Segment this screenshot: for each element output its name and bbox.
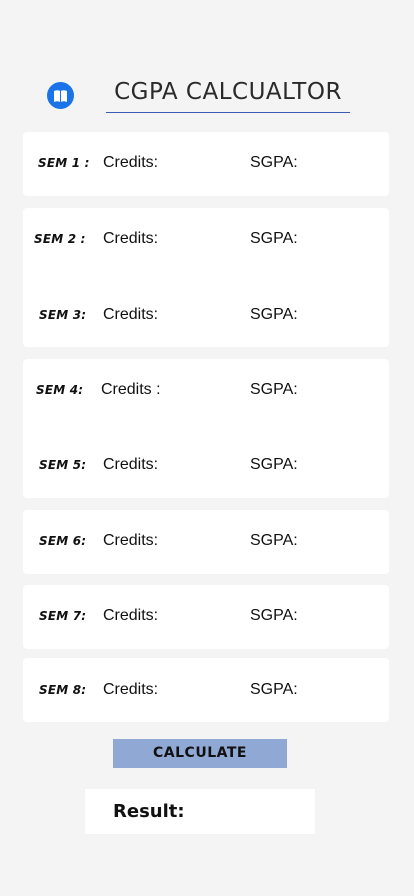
credits-field[interactable]: Credits: bbox=[103, 453, 158, 477]
semester-row: SEM 4: Credits : SGPA: bbox=[23, 378, 389, 402]
semester-row: SEM 7: Credits: SGPA: bbox=[23, 604, 389, 628]
semester-row: SEM 6: Credits: SGPA: bbox=[23, 529, 389, 553]
semester-label: SEM 4: bbox=[36, 382, 84, 398]
sgpa-field[interactable]: SGPA: bbox=[250, 303, 298, 327]
semester-card: SEM 2 : Credits: SGPA: SEM 3: Credits: S… bbox=[23, 208, 389, 347]
credits-field[interactable]: Credits: bbox=[103, 227, 158, 251]
result-box: Result: bbox=[85, 789, 315, 834]
semester-label: SEM 1 : bbox=[38, 155, 90, 171]
sgpa-field[interactable]: SGPA: bbox=[250, 227, 298, 251]
credits-field[interactable]: Credits: bbox=[103, 151, 158, 175]
semester-card: SEM 4: Credits : SGPA: SEM 5: Credits: S… bbox=[23, 359, 389, 498]
semester-label: SEM 6: bbox=[39, 533, 87, 549]
credits-field[interactable]: Credits: bbox=[103, 604, 158, 628]
semester-card: SEM 8: Credits: SGPA: bbox=[23, 658, 389, 722]
semester-label: SEM 3: bbox=[39, 307, 87, 323]
semester-row: SEM 1 : Credits: SGPA: bbox=[23, 151, 389, 175]
semester-label: SEM 7: bbox=[39, 608, 87, 624]
book-icon bbox=[47, 82, 74, 109]
credits-field[interactable]: Credits: bbox=[103, 303, 158, 327]
calculate-button[interactable]: CALCULATE bbox=[113, 739, 287, 768]
semester-card: SEM 7: Credits: SGPA: bbox=[23, 585, 389, 649]
semester-label: SEM 2 : bbox=[34, 231, 86, 247]
sgpa-field[interactable]: SGPA: bbox=[250, 453, 298, 477]
sgpa-field[interactable]: SGPA: bbox=[250, 151, 298, 175]
credits-field[interactable]: Credits: bbox=[103, 678, 158, 702]
semester-row: SEM 3: Credits: SGPA: bbox=[23, 303, 389, 327]
semester-card: SEM 6: Credits: SGPA: bbox=[23, 510, 389, 574]
credits-field[interactable]: Credits : bbox=[101, 378, 161, 402]
semester-row: SEM 8: Credits: SGPA: bbox=[23, 678, 389, 702]
credits-field[interactable]: Credits: bbox=[103, 529, 158, 553]
semester-label: SEM 8: bbox=[39, 682, 87, 698]
sgpa-field[interactable]: SGPA: bbox=[250, 378, 298, 402]
result-label: Result: bbox=[113, 801, 185, 822]
semester-row: SEM 2 : Credits: SGPA: bbox=[23, 227, 389, 251]
sgpa-field[interactable]: SGPA: bbox=[250, 604, 298, 628]
semester-card: SEM 1 : Credits: SGPA: bbox=[23, 132, 389, 196]
semester-label: SEM 5: bbox=[39, 457, 87, 473]
semester-row: SEM 5: Credits: SGPA: bbox=[23, 453, 389, 477]
sgpa-field[interactable]: SGPA: bbox=[250, 529, 298, 553]
sgpa-field[interactable]: SGPA: bbox=[250, 678, 298, 702]
page-title: CGPA CALCUALTOR bbox=[106, 76, 350, 113]
